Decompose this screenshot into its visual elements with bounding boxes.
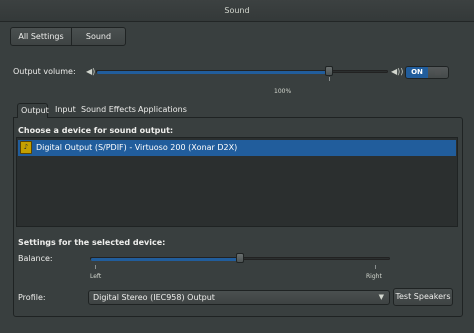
sound-card-icon: ♪ — [20, 141, 32, 154]
balance-label: Balance: — [18, 254, 53, 263]
output-device-list[interactable]: ♪ Digital Output (S/PDIF) - Virtuoso 200… — [16, 137, 458, 227]
balance-fill — [91, 258, 240, 261]
tab-applications[interactable]: Applications — [135, 103, 190, 117]
profile-combo[interactable]: Digital Stereo (IEC958) Output ▼ — [88, 290, 390, 305]
test-speakers-button[interactable]: Test Speakers — [393, 288, 453, 306]
chevron-down-icon: ▼ — [378, 293, 384, 301]
device-name: Digital Output (S/PDIF) - Virtuoso 200 (… — [36, 143, 238, 152]
balance-right-label: Right — [366, 273, 382, 280]
tab-output[interactable]: Output — [17, 103, 49, 118]
switch-on-label: ON — [406, 67, 428, 78]
balance-left-label: Left — [90, 273, 102, 280]
choose-device-heading: Choose a device for sound output: — [18, 126, 174, 135]
output-volume-label: Output volume: — [13, 67, 76, 76]
output-volume-100-label: 100% — [274, 88, 292, 95]
device-settings-heading: Settings for the selected device: — [18, 238, 166, 247]
balance-right-mark — [375, 265, 376, 269]
tab-sound-effects[interactable]: Sound Effects — [78, 103, 139, 117]
output-volume-100-mark — [329, 77, 330, 81]
volume-high-icon: ◀)) — [391, 67, 404, 76]
all-settings-button[interactable]: All Settings — [10, 27, 72, 46]
output-volume-slider-handle[interactable] — [325, 66, 333, 76]
output-mute-switch[interactable]: ON ||| — [405, 66, 449, 79]
tab-input[interactable]: Input — [52, 103, 79, 117]
window-title: Sound — [224, 6, 250, 15]
window-titlebar: Sound — [0, 0, 474, 22]
profile-label: Profile: — [18, 293, 46, 302]
balance-slider-handle[interactable] — [236, 253, 244, 263]
profile-value: Digital Stereo (IEC958) Output — [93, 293, 215, 302]
switch-slider-handle[interactable]: ||| — [428, 67, 448, 78]
device-list-item[interactable]: ♪ Digital Output (S/PDIF) - Virtuoso 200… — [18, 140, 456, 156]
output-volume-fill — [97, 71, 329, 74]
sound-nav-button[interactable]: Sound — [71, 27, 126, 46]
balance-left-mark — [95, 265, 96, 269]
volume-low-icon: ◀) — [86, 67, 96, 76]
